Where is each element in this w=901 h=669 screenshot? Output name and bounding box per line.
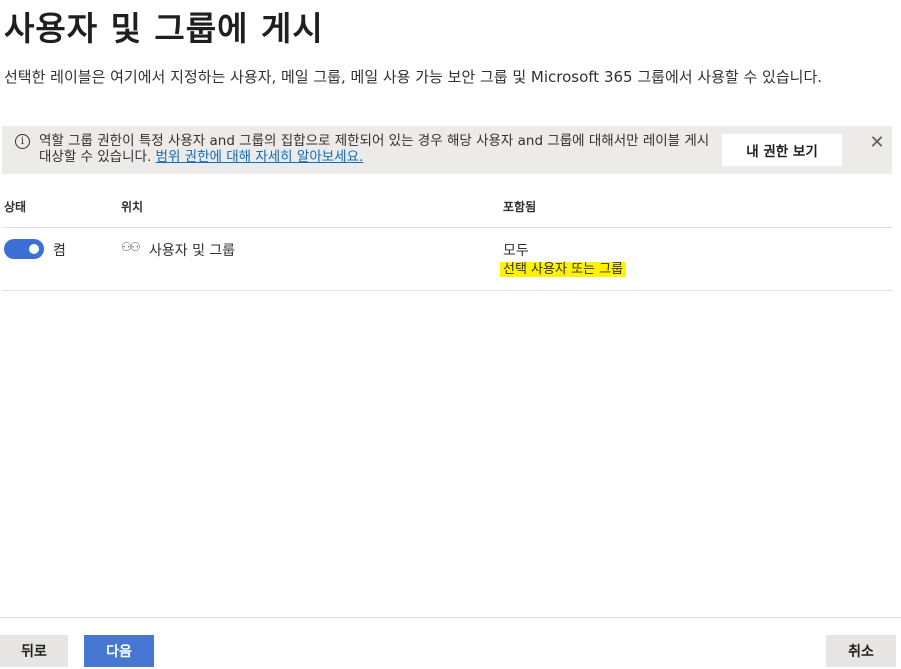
view-my-permissions-button[interactable]: 내 권한 보기 <box>722 134 842 166</box>
row-divider <box>2 290 892 291</box>
toggle-knob <box>29 244 39 254</box>
group-icon: ⚇⚇ <box>121 240 140 254</box>
cancel-button[interactable]: 취소 <box>826 635 896 667</box>
next-button[interactable]: 다음 <box>84 635 154 667</box>
column-header-status: 상태 <box>4 200 27 214</box>
close-icon[interactable]: ✕ <box>868 134 886 152</box>
footer-divider <box>0 617 901 618</box>
banner-message: 역할 그룹 권한이 특정 사용자 and 그룹의 집합으로 제한되어 있는 경우… <box>39 133 719 165</box>
included-value: 모두 <box>503 243 529 259</box>
page-description: 선택한 레이블은 여기에서 지정하는 사용자, 메일 그룹, 메일 사용 가능 … <box>4 68 823 86</box>
status-label: 켬 <box>53 243 66 259</box>
info-icon: i <box>15 134 30 149</box>
header-divider <box>2 227 892 228</box>
banner-text: 역할 그룹 권한이 특정 사용자 and 그룹의 집합으로 제한되어 있는 경우… <box>39 133 710 165</box>
status-toggle[interactable] <box>4 239 44 259</box>
scope-permissions-link[interactable]: 범위 권한에 대해 자세히 알아보세요. <box>156 149 364 165</box>
column-header-included: 포함됨 <box>503 200 537 214</box>
page-title: 사용자 및 그룹에 게시 <box>4 9 324 48</box>
choose-users-or-groups-link[interactable]: 선택 사용자 또는 그룹 <box>500 262 627 277</box>
column-header-location: 위치 <box>121 200 144 214</box>
back-button[interactable]: 뒤로 <box>0 635 68 667</box>
info-banner: i 역할 그룹 권한이 특정 사용자 and 그룹의 집합으로 제한되어 있는 … <box>2 126 892 174</box>
location-label: 사용자 및 그룹 <box>149 243 236 259</box>
